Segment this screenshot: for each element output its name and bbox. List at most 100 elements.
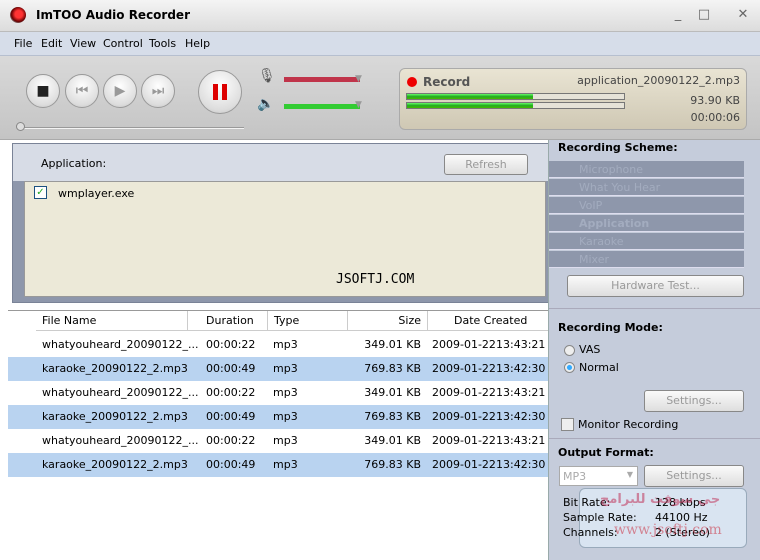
cell-type: mp3 (273, 434, 298, 447)
cell-duration: 00:00:49 (206, 458, 256, 471)
pause-button[interactable] (198, 70, 242, 114)
seek-slider[interactable] (20, 127, 244, 129)
chevron-down-icon: ▼ (626, 470, 633, 479)
header-file-name[interactable]: File Name (36, 311, 188, 331)
cell-time: 13:42:30 (496, 362, 546, 375)
table-row[interactable]: whatyouheard_20090122_... 00:00:22 mp3 349.… (8, 381, 548, 405)
pause-icon (199, 71, 241, 113)
cell-file-name: whatyouheard_20090122_... (42, 434, 199, 447)
cell-file-name: whatyouheard_20090122_... (42, 386, 199, 399)
scheme-item-karaoke[interactable]: Karaoke (549, 233, 744, 250)
cell-size: 349.01 KB (364, 338, 421, 351)
cell-size: 349.01 KB (364, 386, 421, 399)
cell-duration: 00:00:49 (206, 410, 256, 423)
cell-type: mp3 (273, 458, 298, 471)
previous-button[interactable]: ⏮ (65, 74, 99, 108)
play-button[interactable]: ▶ (103, 74, 137, 108)
recorded-time: 00:00:06 (690, 111, 740, 124)
scheme-item-application[interactable]: Application (549, 215, 744, 232)
minimize-button[interactable]: _ (671, 8, 685, 22)
channels-label: Channels: (563, 526, 618, 539)
table-row[interactable]: karaoke_20090122_2.mp3 00:00:49 mp3 769.83 … (8, 405, 548, 429)
cell-type: mp3 (273, 410, 298, 423)
seek-handle[interactable] (16, 122, 25, 131)
application-item: wmplayer.exe (58, 187, 135, 200)
header-size[interactable]: Size (348, 311, 428, 331)
cell-date: 2009-01-22 (432, 386, 496, 399)
table-row[interactable]: karaoke_20090122_2.mp3 00:00:49 mp3 769.83 … (8, 453, 548, 477)
menu-bar: File Edit View Control Tools Help (0, 32, 760, 56)
header-date-created[interactable]: Date Created (428, 311, 548, 331)
normal-label: Normal (579, 361, 619, 374)
cell-file-name: karaoke_20090122_2.mp3 (42, 362, 188, 375)
recording-mode-title: Recording Mode: (558, 321, 663, 334)
cell-date: 2009-01-22 (432, 434, 496, 447)
format-select[interactable]: MP3 ▼ (559, 466, 638, 486)
cell-duration: 00:00:22 (206, 338, 256, 351)
close-button[interactable]: ✕ (736, 8, 750, 22)
wmplayer-checkbox[interactable]: ✓ (34, 186, 47, 199)
table-row[interactable]: whatyouheard_20090122_... 00:00:22 mp3 349.… (8, 429, 548, 453)
watermark-text: JSOFTJ.COM (336, 272, 415, 287)
cell-duration: 00:00:22 (206, 386, 256, 399)
level-meter-left (406, 93, 625, 100)
record-indicator-icon (407, 77, 417, 87)
cell-file-name: karaoke_20090122_2.mp3 (42, 458, 188, 471)
cell-time: 13:42:30 (496, 410, 546, 423)
table-row[interactable]: whatyouheard_20090122_... 00:00:22 mp3 349.… (8, 333, 548, 357)
cell-time: 13:42:30 (496, 458, 546, 471)
format-value: MP3 (563, 470, 587, 483)
record-status: Record (423, 75, 471, 89)
recorded-size: 93.90 KB (690, 94, 740, 107)
recording-scheme-title: Recording Scheme: (558, 141, 678, 154)
cell-time: 13:43:21 (496, 434, 546, 447)
menu-edit[interactable]: Edit (41, 37, 62, 50)
divider (549, 438, 760, 439)
cell-size: 769.83 KB (364, 458, 421, 471)
cell-date: 2009-01-22 (432, 458, 496, 471)
cell-duration: 00:00:49 (206, 362, 256, 375)
title-bar: ImTOO Audio Recorder _ □ ✕ (0, 0, 760, 32)
cell-file-name: whatyouheard_20090122_... (42, 338, 199, 351)
stop-icon: ■ (36, 83, 50, 99)
next-icon: ⏭ (151, 83, 165, 99)
maximize-button[interactable]: □ (697, 8, 711, 22)
format-settings-button[interactable]: Settings... (644, 465, 744, 487)
cell-size: 769.83 KB (364, 410, 421, 423)
cell-size: 349.01 KB (364, 434, 421, 447)
scheme-item-voip[interactable]: VoIP (549, 197, 744, 214)
file-table: File Name Duration Type Size Date Create… (8, 310, 548, 560)
cell-type: mp3 (273, 386, 298, 399)
previous-icon: ⏮ (75, 83, 89, 99)
cell-time: 13:43:21 (496, 338, 546, 351)
speaker-volume-slider[interactable] (284, 104, 360, 109)
cell-file-name: karaoke_20090122_2.mp3 (42, 410, 188, 423)
refresh-button[interactable]: Refresh (444, 154, 528, 175)
app-logo-icon (10, 7, 26, 23)
normal-radio[interactable] (564, 362, 575, 373)
mic-volume-slider[interactable] (284, 77, 360, 82)
menu-file[interactable]: File (14, 37, 32, 50)
next-button[interactable]: ⏭ (141, 74, 175, 108)
menu-help[interactable]: Help (185, 37, 210, 50)
cell-date: 2009-01-22 (432, 338, 496, 351)
header-type[interactable]: Type (268, 311, 348, 331)
cell-duration: 00:00:22 (206, 434, 256, 447)
scheme-item-what-you-hear[interactable]: What You Hear (549, 179, 744, 196)
table-row[interactable]: karaoke_20090122_2.mp3 00:00:49 mp3 769.83 … (8, 357, 548, 381)
menu-view[interactable]: View (70, 37, 96, 50)
hardware-test-button[interactable]: Hardware Test... (567, 275, 744, 297)
mic-volume-handle[interactable]: ▼ (355, 74, 362, 84)
stop-button[interactable]: ■ (26, 74, 60, 108)
scheme-item-mixer[interactable]: Mixer (549, 251, 744, 268)
monitor-recording-checkbox[interactable] (561, 418, 574, 431)
speaker-volume-handle[interactable]: ▼ (355, 100, 362, 110)
vas-radio[interactable] (564, 345, 575, 356)
watermark-arabic: جي سوفت للبرامج (600, 492, 721, 507)
menu-control[interactable]: Control (103, 37, 143, 50)
mode-settings-button[interactable]: Settings... (644, 390, 744, 412)
divider (549, 308, 760, 309)
menu-tools[interactable]: Tools (149, 37, 176, 50)
header-duration[interactable]: Duration (188, 311, 268, 331)
scheme-item-microphone[interactable]: Microphone (549, 161, 744, 178)
